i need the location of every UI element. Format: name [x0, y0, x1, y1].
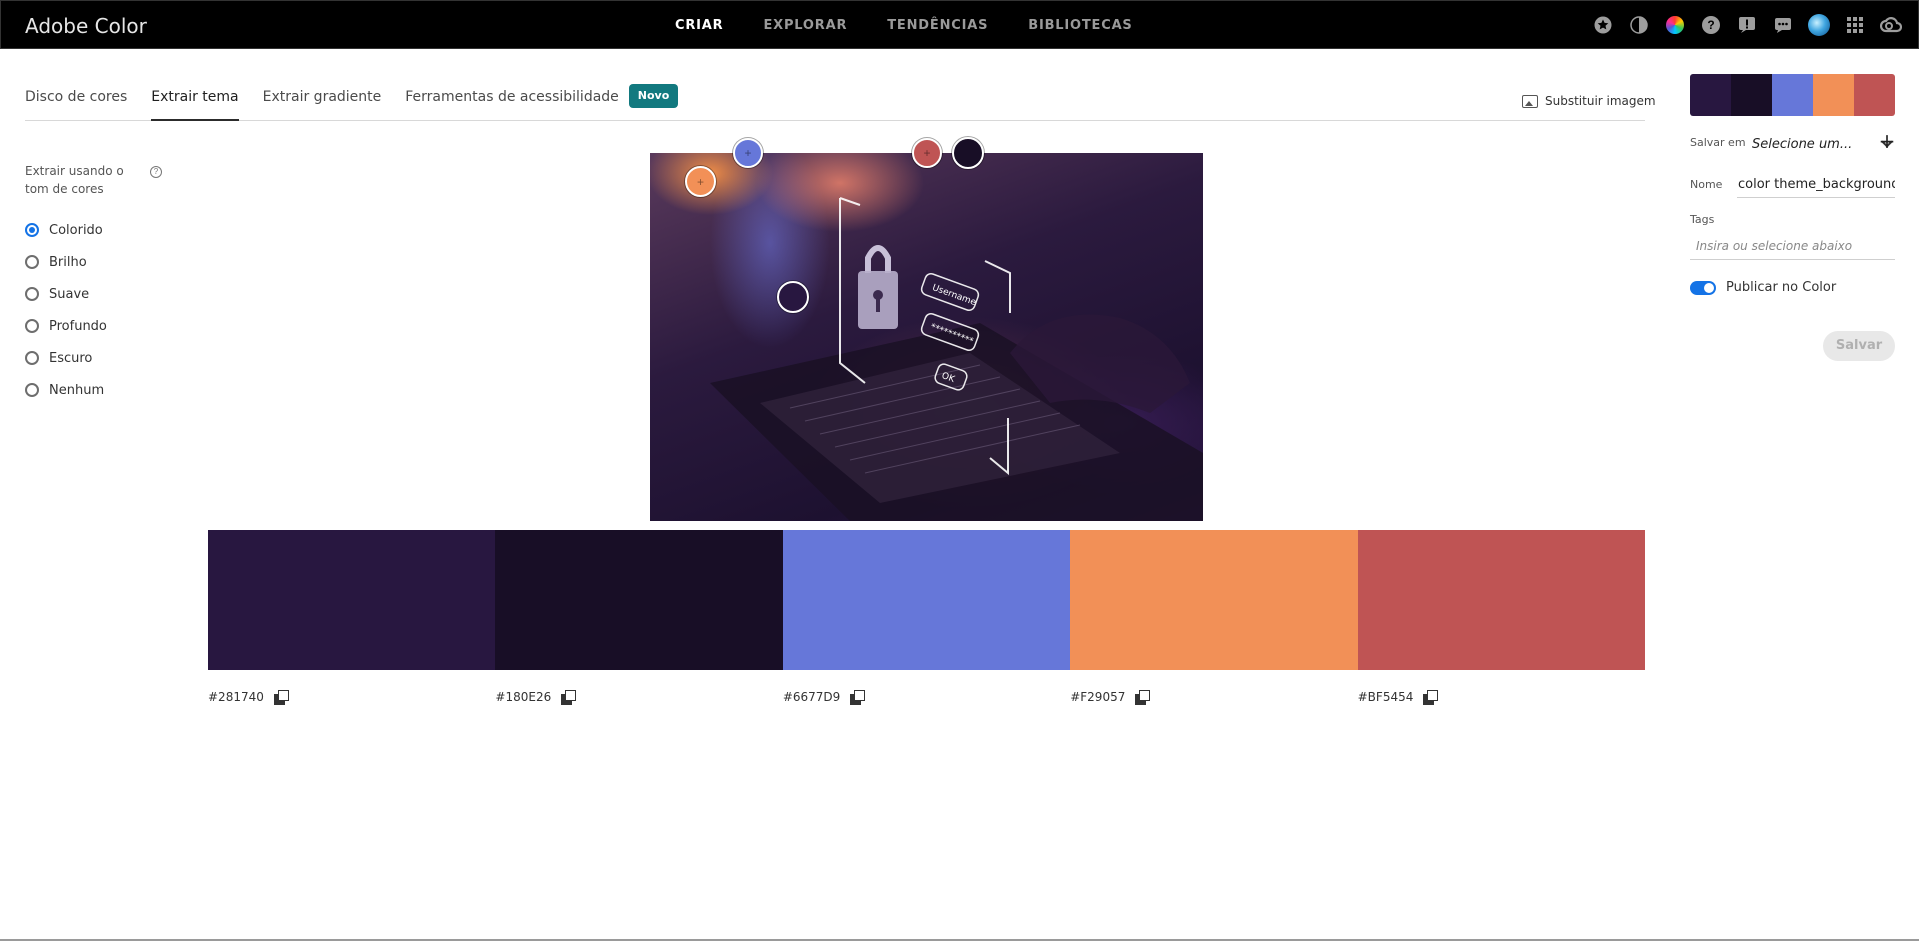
copy-icon[interactable]	[850, 690, 866, 705]
color-picker-1[interactable]	[777, 281, 809, 313]
color-picker-3[interactable]: +	[733, 138, 763, 168]
radio-icon	[25, 223, 39, 237]
nav-tendencias[interactable]: TENDÊNCIAS	[887, 1, 988, 50]
image-icon	[1522, 94, 1538, 108]
color-picker-4[interactable]: +	[685, 166, 716, 197]
color-mood-options: Colorido Brilho Suave Profundo Escuro Ne…	[25, 214, 107, 406]
avatar[interactable]	[1808, 14, 1830, 36]
main-nav: CRIAR EXPLORAR TENDÊNCIAS BIBLIOTECAS	[675, 1, 1173, 50]
tab-extrair-gradiente[interactable]: Extrair gradiente	[263, 80, 382, 121]
name-label: Nome	[1690, 178, 1723, 191]
save-button[interactable]: Salvar	[1823, 331, 1895, 361]
replace-image-button[interactable]: Substituir imagem	[1522, 94, 1656, 108]
swatch-5[interactable]	[1357, 530, 1646, 670]
hex-cell: #BF5454	[1358, 690, 1645, 705]
mood-option-profundo[interactable]: Profundo	[25, 310, 107, 342]
color-mood-label: Extrair usando o tom de cores	[25, 164, 124, 196]
library-select-value: Selecione um...	[1752, 136, 1853, 152]
preview-color-1	[1690, 74, 1731, 116]
mood-option-label: Profundo	[49, 318, 107, 334]
hex-cell: #F29057	[1070, 690, 1357, 705]
mood-option-brilho[interactable]: Brilho	[25, 246, 107, 278]
copy-icon[interactable]	[273, 690, 289, 705]
alert-icon[interactable]	[1736, 14, 1758, 36]
hex-value[interactable]: #BF5454	[1358, 690, 1414, 704]
mood-option-suave[interactable]: Suave	[25, 278, 107, 310]
hex-value[interactable]: #180E26	[495, 690, 551, 704]
new-badge: Novo	[628, 84, 679, 108]
mood-option-colorido[interactable]: Colorido	[25, 214, 107, 246]
mood-option-label: Suave	[49, 286, 90, 302]
contrast-icon[interactable]	[1628, 14, 1650, 36]
add-library-button[interactable]: +	[1877, 131, 1897, 152]
radio-icon	[25, 287, 39, 301]
creative-cloud-icon[interactable]	[1880, 14, 1902, 36]
help-icon[interactable]: ?	[1700, 14, 1722, 36]
hex-codes: #281740 #180E26 #6677D9 #F29057 #BF5454	[208, 690, 1645, 705]
tab-ferramentas-acessibilidade[interactable]: Ferramentas de acessibilidade	[405, 80, 619, 121]
publish-toggle-row[interactable]: Publicar no Color	[1690, 280, 1836, 295]
replace-image-label: Substituir imagem	[1545, 94, 1656, 108]
swatch-2[interactable]	[495, 530, 783, 670]
swatch-3[interactable]	[782, 530, 1071, 670]
preview-color-4	[1813, 74, 1854, 116]
lock-icon	[858, 245, 898, 329]
preview-color-5	[1854, 74, 1895, 116]
nav-explorar[interactable]: EXPLORAR	[763, 1, 847, 50]
radio-icon	[25, 351, 39, 365]
radio-icon	[25, 255, 39, 269]
source-photo[interactable]: Username ********** OK	[650, 153, 1203, 521]
info-icon[interactable]: ?	[150, 166, 162, 178]
copy-icon[interactable]	[1135, 690, 1151, 705]
copy-icon[interactable]	[1423, 690, 1439, 705]
radio-icon	[25, 383, 39, 397]
nav-criar[interactable]: CRIAR	[675, 1, 723, 50]
hex-value[interactable]: #281740	[208, 690, 264, 704]
save-in-label: Salvar em	[1690, 136, 1746, 149]
theme-name-input[interactable]	[1737, 172, 1895, 198]
tags-input[interactable]	[1690, 232, 1895, 260]
mood-option-nenhum[interactable]: Nenhum	[25, 374, 107, 406]
star-icon[interactable]	[1592, 14, 1614, 36]
nav-bibliotecas[interactable]: BIBLIOTECAS	[1028, 1, 1132, 50]
hex-cell: #180E26	[495, 690, 782, 705]
color-picker-5[interactable]: +	[912, 138, 942, 168]
tab-extrair-tema[interactable]: Extrair tema	[151, 80, 239, 121]
publish-label: Publicar no Color	[1726, 280, 1837, 295]
theme-preview	[1690, 74, 1895, 116]
mood-option-label: Escuro	[49, 350, 93, 366]
mood-option-label: Colorido	[49, 222, 103, 238]
feedback-icon[interactable]	[1772, 14, 1794, 36]
publish-toggle[interactable]	[1690, 280, 1716, 295]
radio-icon	[25, 319, 39, 333]
mood-option-label: Brilho	[49, 254, 87, 270]
app-title[interactable]: Adobe Color	[25, 14, 147, 38]
laptop-security-illustration: Username ********** OK	[710, 197, 1203, 521]
tags-label: Tags	[1690, 213, 1715, 226]
hex-value[interactable]: #F29057	[1070, 690, 1125, 704]
hex-value[interactable]: #6677D9	[783, 690, 840, 704]
swatch-4[interactable]	[1070, 530, 1358, 670]
mood-option-escuro[interactable]: Escuro	[25, 342, 107, 374]
tab-disco-de-cores[interactable]: Disco de cores	[25, 80, 127, 121]
hex-cell: #6677D9	[783, 690, 1070, 705]
copy-icon[interactable]	[561, 690, 577, 705]
top-icons: ?	[1578, 14, 1902, 36]
preview-color-2	[1731, 74, 1772, 116]
preview-color-3	[1772, 74, 1813, 116]
mood-option-label: Nenhum	[49, 382, 105, 398]
mode-tabs: Disco de cores Extrair tema Extrair grad…	[25, 80, 1645, 121]
apps-grid-icon[interactable]	[1844, 14, 1866, 36]
library-select[interactable]: Selecione um...	[1752, 134, 1897, 154]
theme-swatches	[208, 530, 1646, 670]
color-wheel-icon[interactable]	[1664, 14, 1686, 36]
hex-cell: #281740	[208, 690, 495, 705]
top-bar: Adobe Color CRIAR EXPLORAR TENDÊNCIAS BI…	[0, 0, 1919, 49]
color-picker-2[interactable]	[952, 137, 984, 169]
swatch-1[interactable]	[208, 530, 496, 670]
